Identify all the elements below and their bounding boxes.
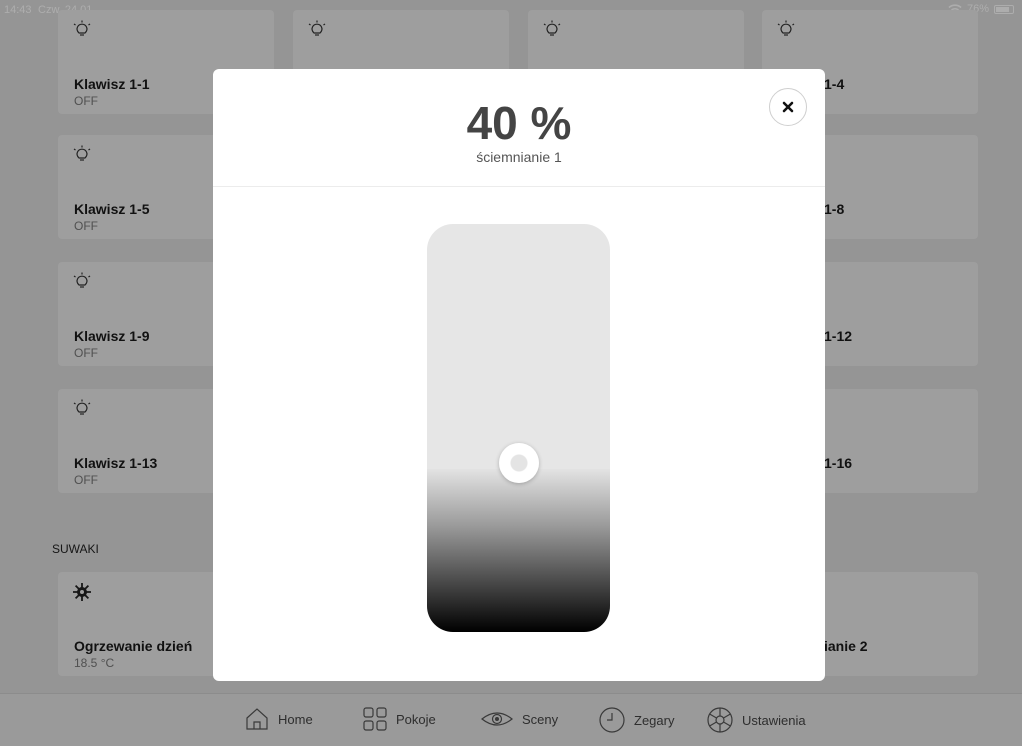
- dimmer-value: 40 %: [466, 97, 572, 149]
- dimmer-modal: 40 % ściemnianie 1: [213, 69, 825, 681]
- modal-header: 40 % ściemnianie 1: [213, 69, 825, 187]
- slider-fill: [427, 469, 610, 632]
- close-button[interactable]: [769, 88, 807, 126]
- dimmer-slider[interactable]: [427, 224, 610, 632]
- dimmer-name: ściemnianie 1: [476, 149, 562, 165]
- close-icon: [782, 101, 794, 113]
- slider-handle[interactable]: [499, 443, 539, 483]
